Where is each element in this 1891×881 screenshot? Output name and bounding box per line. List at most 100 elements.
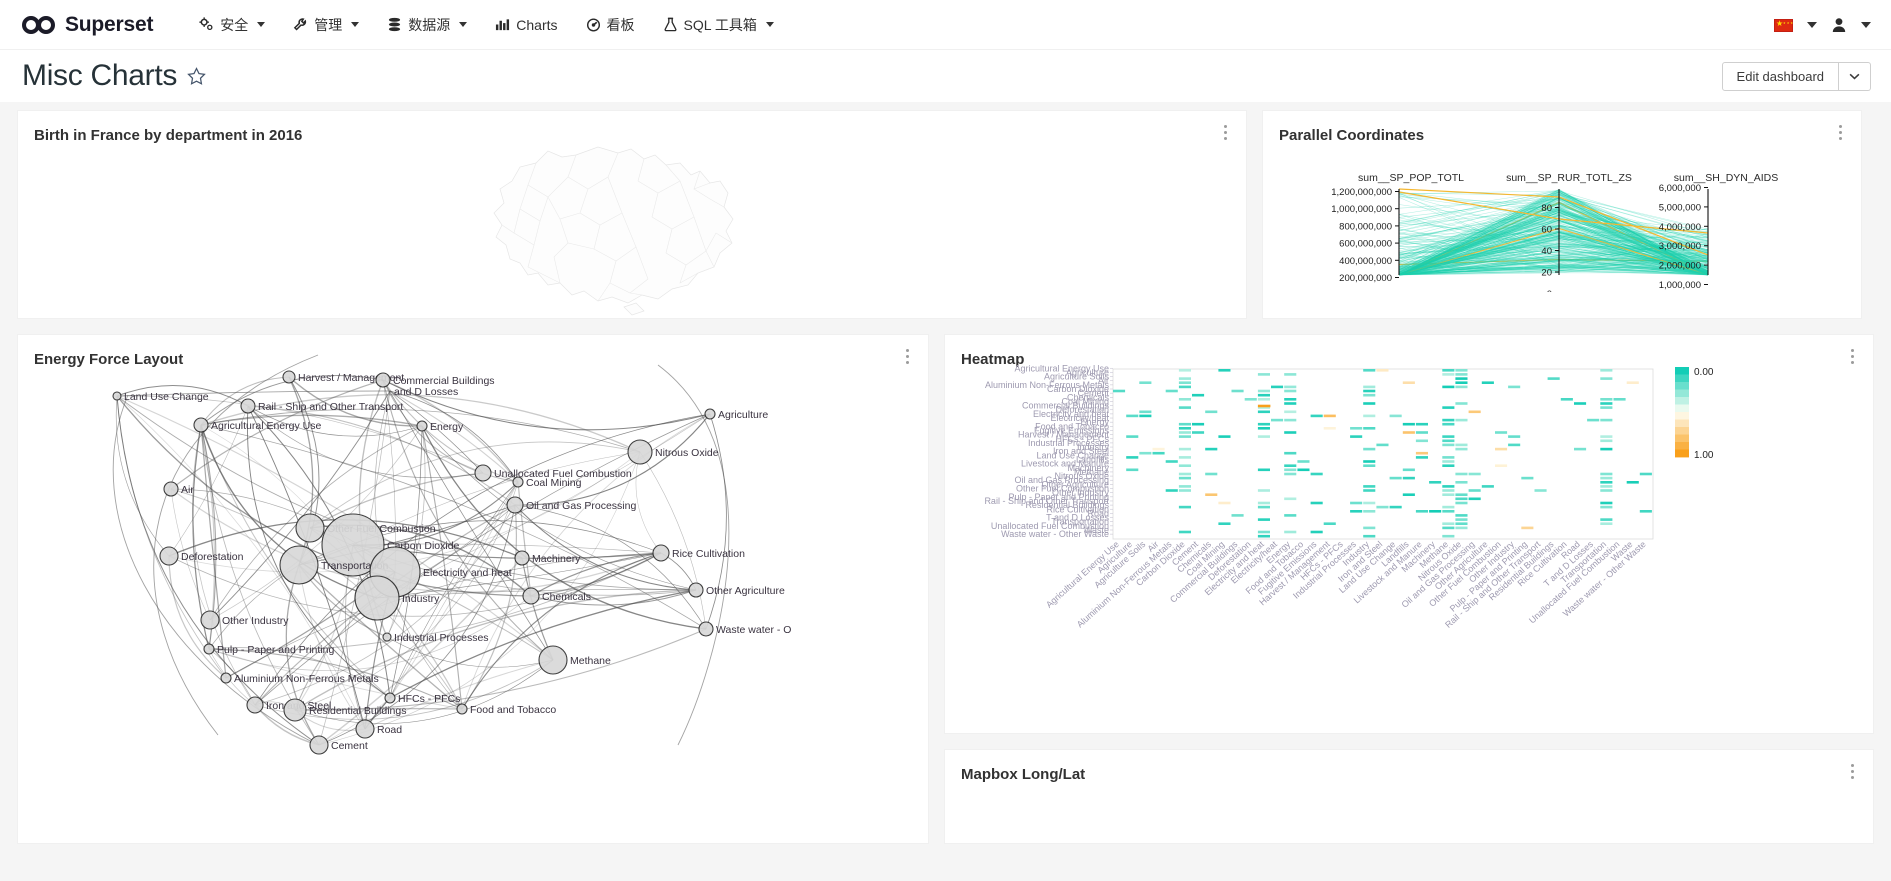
heatmap-cell[interactable]	[1166, 390, 1178, 393]
heatmap-cell[interactable]	[1284, 452, 1296, 455]
heatmap-cell[interactable]	[1442, 489, 1454, 492]
heatmap-cell[interactable]	[1258, 506, 1270, 509]
heatmap-cell[interactable]	[1455, 448, 1467, 451]
heatmap-cell[interactable]	[1192, 394, 1204, 397]
user-icon[interactable]	[1831, 17, 1847, 33]
heatmap-cell[interactable]	[1258, 531, 1270, 534]
star-outline-icon[interactable]	[187, 67, 206, 86]
heatmap-cell[interactable]	[1614, 398, 1626, 401]
force-node[interactable]	[241, 399, 255, 413]
heatmap-cell[interactable]	[1205, 493, 1217, 496]
force-node[interactable]	[201, 611, 219, 629]
heatmap-cell[interactable]	[1126, 456, 1138, 459]
heatmap-cell[interactable]	[1284, 390, 1296, 393]
force-node[interactable]	[194, 418, 208, 432]
heatmap-cell[interactable]	[1350, 427, 1362, 430]
heatmap-cell[interactable]	[1416, 452, 1428, 455]
heatmap-cell[interactable]	[1284, 473, 1296, 476]
heatmap-cell[interactable]	[1600, 398, 1612, 401]
heatmap-cell[interactable]	[1429, 510, 1441, 513]
heatmap-cell[interactable]	[1548, 377, 1560, 380]
heatmap-cell[interactable]	[1166, 460, 1178, 463]
heatmap-cell[interactable]	[1179, 464, 1191, 467]
heatmap-cell[interactable]	[1218, 435, 1230, 438]
force-node[interactable]	[689, 583, 703, 597]
edit-dashboard-button[interactable]: Edit dashboard	[1722, 62, 1839, 91]
heatmap-cell[interactable]	[1363, 464, 1375, 467]
heatmap-cell[interactable]	[1390, 415, 1402, 418]
heatmap-cell[interactable]	[1600, 473, 1612, 476]
heatmap-cell[interactable]	[1350, 510, 1362, 513]
heatmap-cell[interactable]	[1297, 460, 1309, 463]
heatmap-cell[interactable]	[1442, 493, 1454, 496]
heatmap-cell[interactable]	[1179, 431, 1191, 434]
force-node[interactable]	[284, 699, 306, 721]
heatmap-cell[interactable]	[1139, 381, 1151, 384]
heatmap-cell[interactable]	[1574, 448, 1586, 451]
heatmap-cell[interactable]	[1600, 369, 1612, 372]
heatmap-cell[interactable]	[1495, 448, 1507, 451]
heatmap-cell[interactable]	[1179, 456, 1191, 459]
heatmap-cell[interactable]	[1442, 406, 1454, 409]
heatmap-cell[interactable]	[1376, 506, 1388, 509]
nav-item-sql-lab[interactable]: SQL 工具箱	[649, 9, 788, 41]
force-node[interactable]	[653, 545, 669, 561]
force-node[interactable]	[523, 588, 539, 604]
heatmap-cell[interactable]	[1495, 431, 1507, 434]
heatmap-cell[interactable]	[1403, 431, 1415, 434]
heatmap-cell[interactable]	[1363, 394, 1375, 397]
heatmap-cell[interactable]	[1205, 411, 1217, 414]
force-node[interactable]	[221, 673, 231, 683]
heatmap-cell[interactable]	[1508, 444, 1520, 447]
heatmap-cell[interactable]	[1258, 489, 1270, 492]
heatmap-cell[interactable]	[1258, 390, 1270, 393]
heatmap-cell[interactable]	[1179, 427, 1191, 430]
heatmap-cell[interactable]	[1455, 502, 1467, 505]
heatmap-cell[interactable]	[1482, 485, 1494, 488]
dashboard-actions-dropdown[interactable]	[1839, 62, 1871, 91]
heatmap-cell[interactable]	[1600, 506, 1612, 509]
heatmap-cell[interactable]	[1469, 473, 1481, 476]
heatmap-cell[interactable]	[1363, 402, 1375, 405]
heatmap-cell[interactable]	[1627, 481, 1639, 484]
heatmap-cell[interactable]	[1311, 502, 1323, 505]
heatmap-cell[interactable]	[1455, 373, 1467, 376]
heatmap-cell[interactable]	[1442, 440, 1454, 443]
heatmap-cell[interactable]	[1179, 369, 1191, 372]
heatmap-cell[interactable]	[1232, 390, 1244, 393]
heatmap-cell[interactable]	[1284, 373, 1296, 376]
heatmap-cell[interactable]	[1442, 506, 1454, 509]
heatmap-cell[interactable]	[1126, 435, 1138, 438]
heatmap-cell[interactable]	[1455, 473, 1467, 476]
heatmap-cell[interactable]	[1600, 402, 1612, 405]
heatmap-cell[interactable]	[1455, 369, 1467, 372]
heatmap-cell[interactable]	[1284, 386, 1296, 389]
heatmap-cell[interactable]	[1442, 435, 1454, 438]
heatmap-cell[interactable]	[1363, 489, 1375, 492]
heatmap-cell[interactable]	[1166, 489, 1178, 492]
heatmap-cell[interactable]	[1442, 386, 1454, 389]
heatmap-cell[interactable]	[1455, 381, 1467, 384]
heatmap-cell[interactable]	[1126, 469, 1138, 472]
heatmap-cell[interactable]	[1179, 485, 1191, 488]
force-node[interactable]	[113, 392, 121, 400]
heatmap-cell[interactable]	[1205, 473, 1217, 476]
heatmap-cell[interactable]	[1455, 402, 1467, 405]
heatmap-cell[interactable]	[1455, 498, 1467, 501]
force-node[interactable]	[283, 371, 295, 383]
heatmap-cell[interactable]	[1455, 518, 1467, 521]
nav-item-charts[interactable]: Charts	[481, 11, 571, 39]
heatmap-cell[interactable]	[1179, 423, 1191, 426]
kebab-menu-icon[interactable]	[1218, 125, 1232, 140]
heatmap-cell[interactable]	[1192, 423, 1204, 426]
heatmap-cell[interactable]	[1258, 405, 1271, 408]
heatmap-cell[interactable]	[1363, 415, 1375, 418]
heatmap-cell[interactable]	[1455, 527, 1467, 530]
heatmap-cell[interactable]	[1179, 398, 1191, 401]
heatmap-cell[interactable]	[1640, 473, 1652, 476]
heatmap-cell[interactable]	[1600, 489, 1612, 492]
parallel-coordinates-visualization[interactable]: sum__SP_POP_TOTL1,200,000,0001,000,000,0…	[1263, 137, 1862, 292]
heatmap-cell[interactable]	[1363, 510, 1375, 513]
heatmap-cell[interactable]	[1179, 448, 1191, 451]
heatmap-cell[interactable]	[1311, 415, 1323, 418]
